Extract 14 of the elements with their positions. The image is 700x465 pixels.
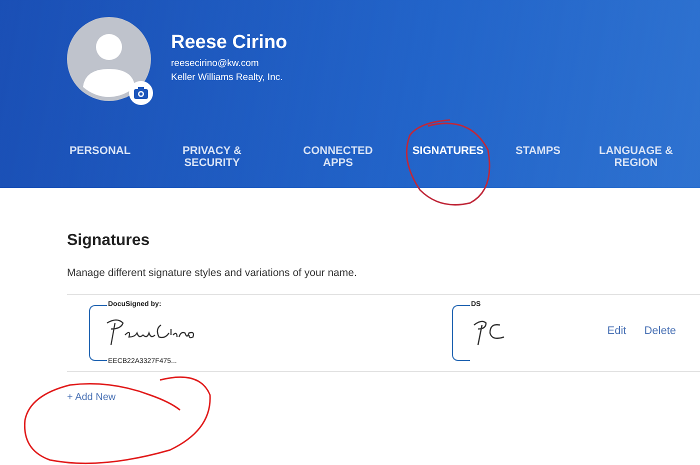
user-name: Reese Cirino [171,32,288,54]
company-name: Keller Williams Realty, Inc. [171,71,284,85]
action-link[interactable]: Delete [644,325,676,337]
user-email: reesecirino@kw.com [171,57,260,71]
add-new-link[interactable]: + Add New [67,392,116,403]
tab[interactable]: PRIVACY & SECURITY [172,142,252,172]
action-link[interactable]: Edit [607,325,626,337]
section-title: Signatures [67,232,151,250]
tab[interactable]: PERSONAL [65,142,135,160]
tab[interactable]: SIGNATURES [406,142,490,160]
tab[interactable]: CONNECTED APPS [298,142,378,172]
tab[interactable]: LANGUAGE & REGION [591,142,681,172]
tab[interactable]: STAMPS [510,142,566,160]
section-description: Manage different signature styles and variations of your name. [67,267,358,279]
